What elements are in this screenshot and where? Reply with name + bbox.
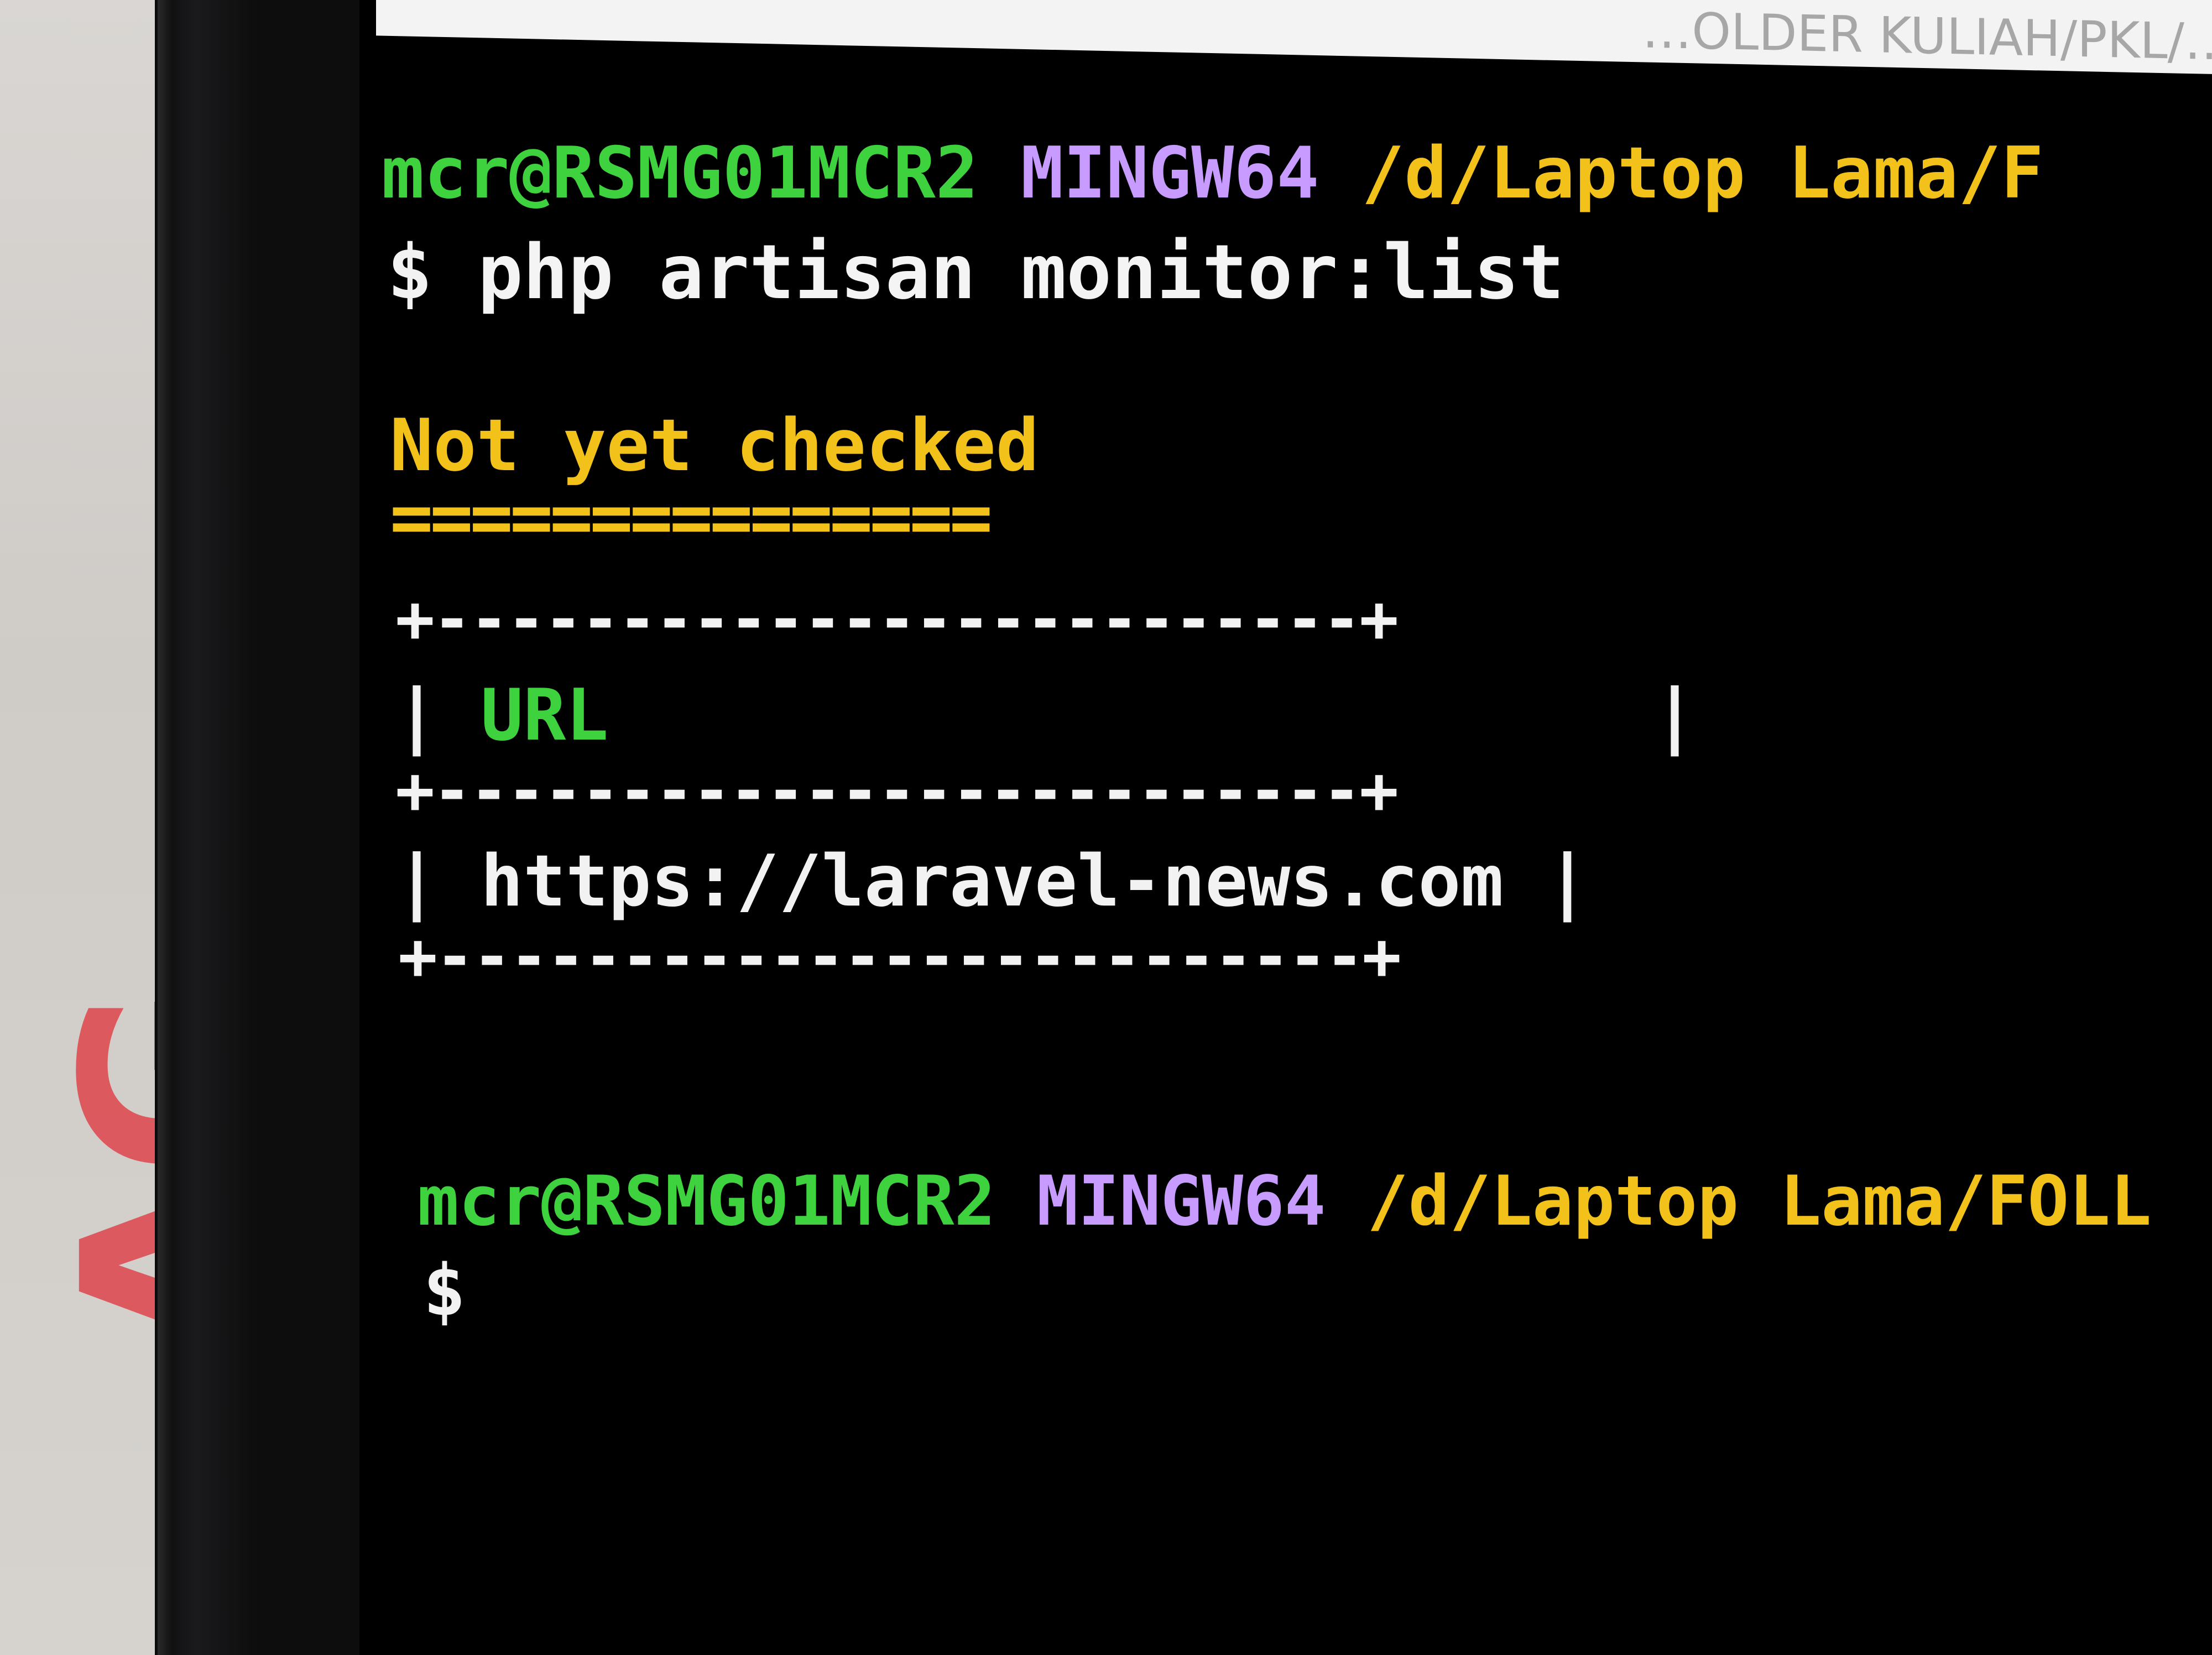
table-pipe-left: | [395, 674, 439, 757]
prompt-env: MINGW64 [1036, 1162, 1326, 1241]
table-pipe-left: | [395, 840, 439, 923]
section-underline: =============== [390, 475, 993, 559]
monitor-bezel-edge [158, 0, 172, 1655]
terminal-window[interactable]: …OLDER KULIAH/PKL/… mcr@RSMG01MCR2 MINGW… [359, 0, 2212, 1655]
table-header-row: | URL [395, 680, 608, 751]
prompt-env: MINGW64 [1020, 132, 1319, 215]
titlebar-path: …OLDER KULIAH/PKL/… [1642, 1, 2212, 72]
table-cell-url[interactable]: https://laravel-news.com [481, 840, 1504, 923]
prompt-user-host: mcr@RSMG01MCR2 [382, 132, 978, 215]
command-line: $ php artisan monitor:list [387, 235, 1564, 310]
window-titlebar[interactable]: …OLDER KULIAH/PKL/… [376, 0, 2212, 75]
prompt-line-2: mcr@RSMG01MCR2 MINGW64 /d/Laptop Lama/FO… [418, 1167, 2152, 1236]
terminal-output[interactable]: mcr@RSMG01MCR2 MINGW64 /d/Laptop Lama/F … [382, 127, 2152, 1326]
table-border-top: +-------------------------+ [395, 581, 1399, 657]
table-border-mid: +-------------------------+ [395, 752, 1399, 829]
table-row: | https://laravel-news.com | [395, 846, 1589, 917]
table-pipe-right: | [1653, 674, 1697, 757]
prompt-line-1: mcr@RSMG01MCR2 MINGW64 /d/Laptop Lama/F [382, 138, 2043, 209]
prompt-user-host: mcr@RSMG01MCR2 [418, 1162, 996, 1241]
cursor-prompt-symbol[interactable]: $ [423, 1256, 466, 1326]
prompt-path: /d/Laptop Lama/F [1361, 132, 2044, 215]
table-border-bottom: +-------------------------+ [398, 918, 1401, 995]
section-heading: Not yet checked [390, 403, 1039, 487]
table-pipe-right: | [1546, 840, 1589, 923]
prompt-symbol: $ [387, 229, 432, 316]
table-header-url: URL [481, 674, 609, 757]
photo-scene: AG …OLDER KULIAH/PKL/… mcr@RSMG01MCR2 MI… [0, 0, 2212, 1655]
command-text: php artisan monitor:list [477, 229, 1564, 316]
prompt-path: /d/Laptop Lama/FOLL [1367, 1162, 2152, 1241]
